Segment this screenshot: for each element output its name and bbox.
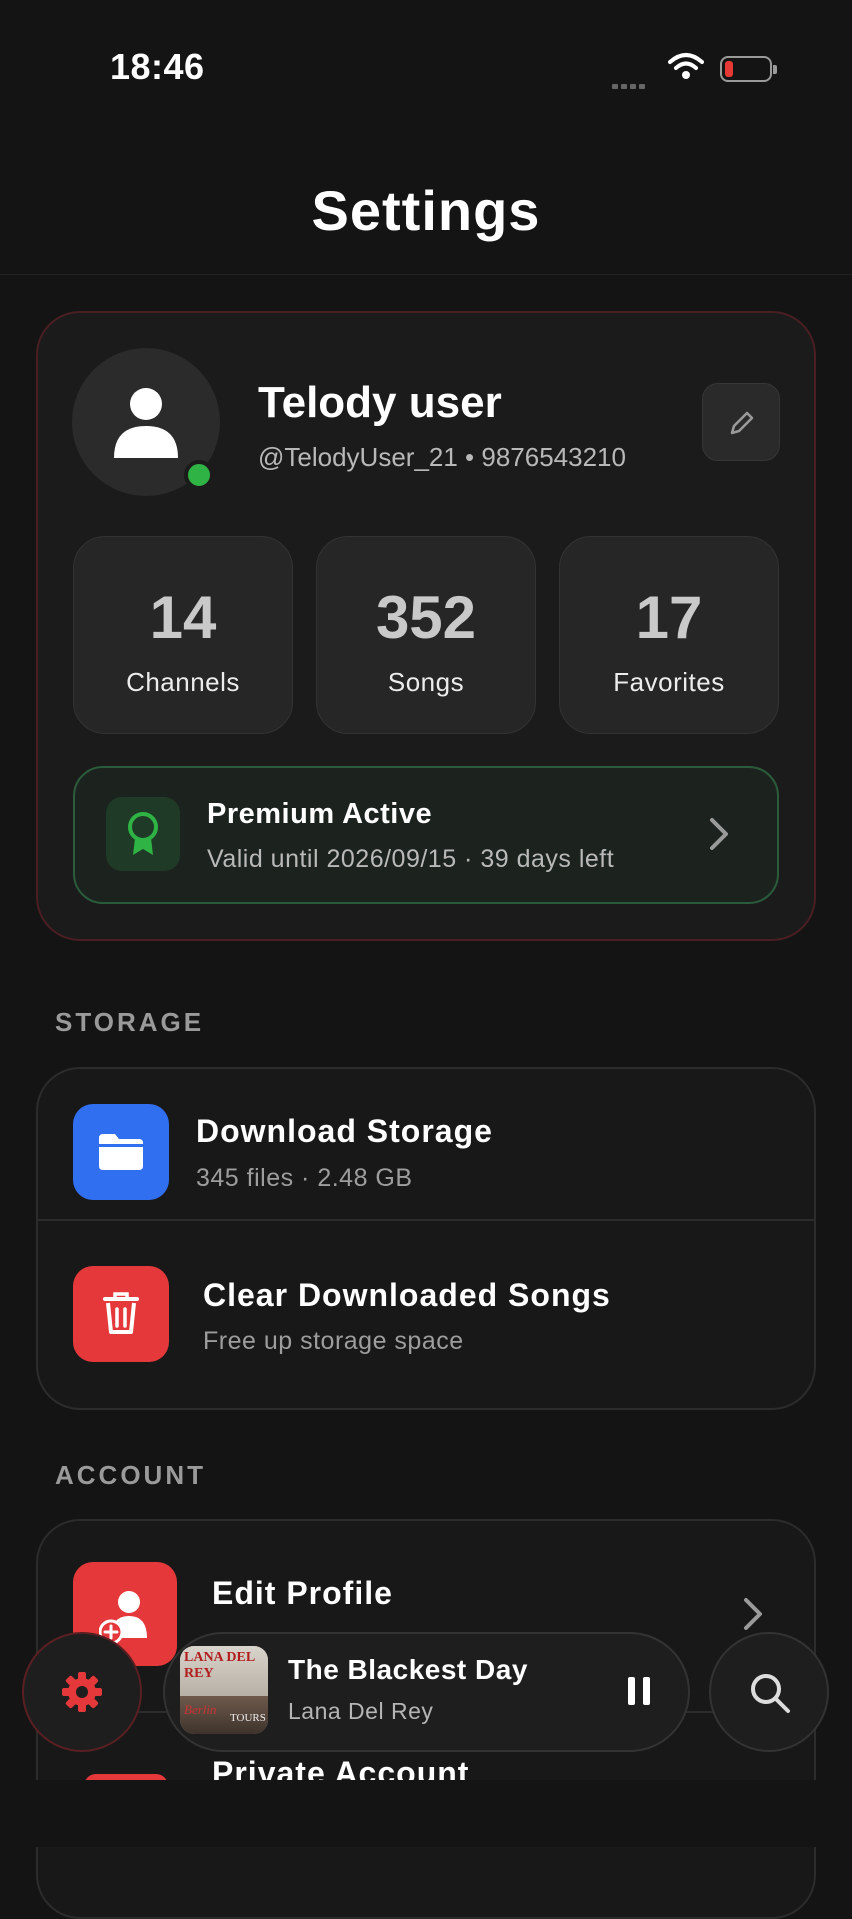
edit-profile-title: Edit Profile <box>212 1575 393 1611</box>
section-label-storage: STORAGE <box>55 1007 205 1037</box>
status-time: 18:46 <box>110 46 205 87</box>
section-label-account: ACCOUNT <box>55 1460 206 1490</box>
premium-title: Premium Active <box>207 798 433 830</box>
add-user-icon <box>99 1591 147 1644</box>
download-storage-subtitle: 345 files · 2.48 GB <box>196 1164 413 1192</box>
profile-name: Telody user <box>258 378 502 427</box>
download-storage-tile <box>73 1104 169 1200</box>
stat-songs[interactable]: 352 Songs <box>316 536 536 734</box>
stat-channels[interactable]: 14 Channels <box>73 536 293 734</box>
stat-songs-value: 352 <box>375 584 477 651</box>
search-icon <box>751 1674 790 1713</box>
chevron-right-icon <box>742 1597 764 1636</box>
wifi-icon <box>668 52 704 85</box>
stat-favorites[interactable]: 17 Favorites <box>559 536 779 734</box>
trash-icon <box>103 1292 139 1334</box>
online-status-dot <box>184 460 214 490</box>
edit-profile-button[interactable] <box>702 383 780 461</box>
user-icon <box>114 388 178 458</box>
award-icon <box>128 812 158 855</box>
premium-badge <box>106 797 180 871</box>
folder-icon <box>99 1134 143 1170</box>
pencil-icon <box>730 411 754 435</box>
search-tab-button[interactable] <box>709 1632 829 1752</box>
header-divider <box>0 274 852 275</box>
stat-favorites-label: Favorites <box>613 667 725 697</box>
download-storage-title: Download Storage <box>196 1113 493 1149</box>
cellular-signal-icon <box>612 76 648 94</box>
premium-subtitle: Valid until 2026/09/15 · 39 days left <box>207 845 615 873</box>
clear-downloads-subtitle: Free up storage space <box>203 1327 464 1355</box>
profile-handle-phone: @TelodyUser_21 • 9876543210 <box>258 442 626 472</box>
stat-songs-label: Songs <box>387 667 465 697</box>
page-title: Settings <box>311 179 541 242</box>
stat-favorites-value: 17 <box>635 584 703 651</box>
now-playing-title: The Blackest Day <box>288 1654 528 1685</box>
settings-tab-button[interactable] <box>22 1632 142 1752</box>
chevron-right-icon <box>708 817 730 856</box>
battery-icon <box>720 56 777 82</box>
gear-icon <box>62 1672 102 1712</box>
stat-channels-label: Channels <box>126 667 240 697</box>
clear-downloads-tile <box>73 1266 169 1362</box>
pause-button[interactable] <box>626 1676 652 1711</box>
pause-icon <box>628 1677 650 1705</box>
album-art: LANA DEL REY Berlin TOURS <box>180 1646 268 1734</box>
clear-downloads-title: Clear Downloaded Songs <box>203 1277 611 1313</box>
now-playing-artist: Lana Del Rey <box>288 1698 434 1724</box>
bottom-fade <box>0 1780 852 1847</box>
stat-channels-value: 14 <box>149 584 217 651</box>
